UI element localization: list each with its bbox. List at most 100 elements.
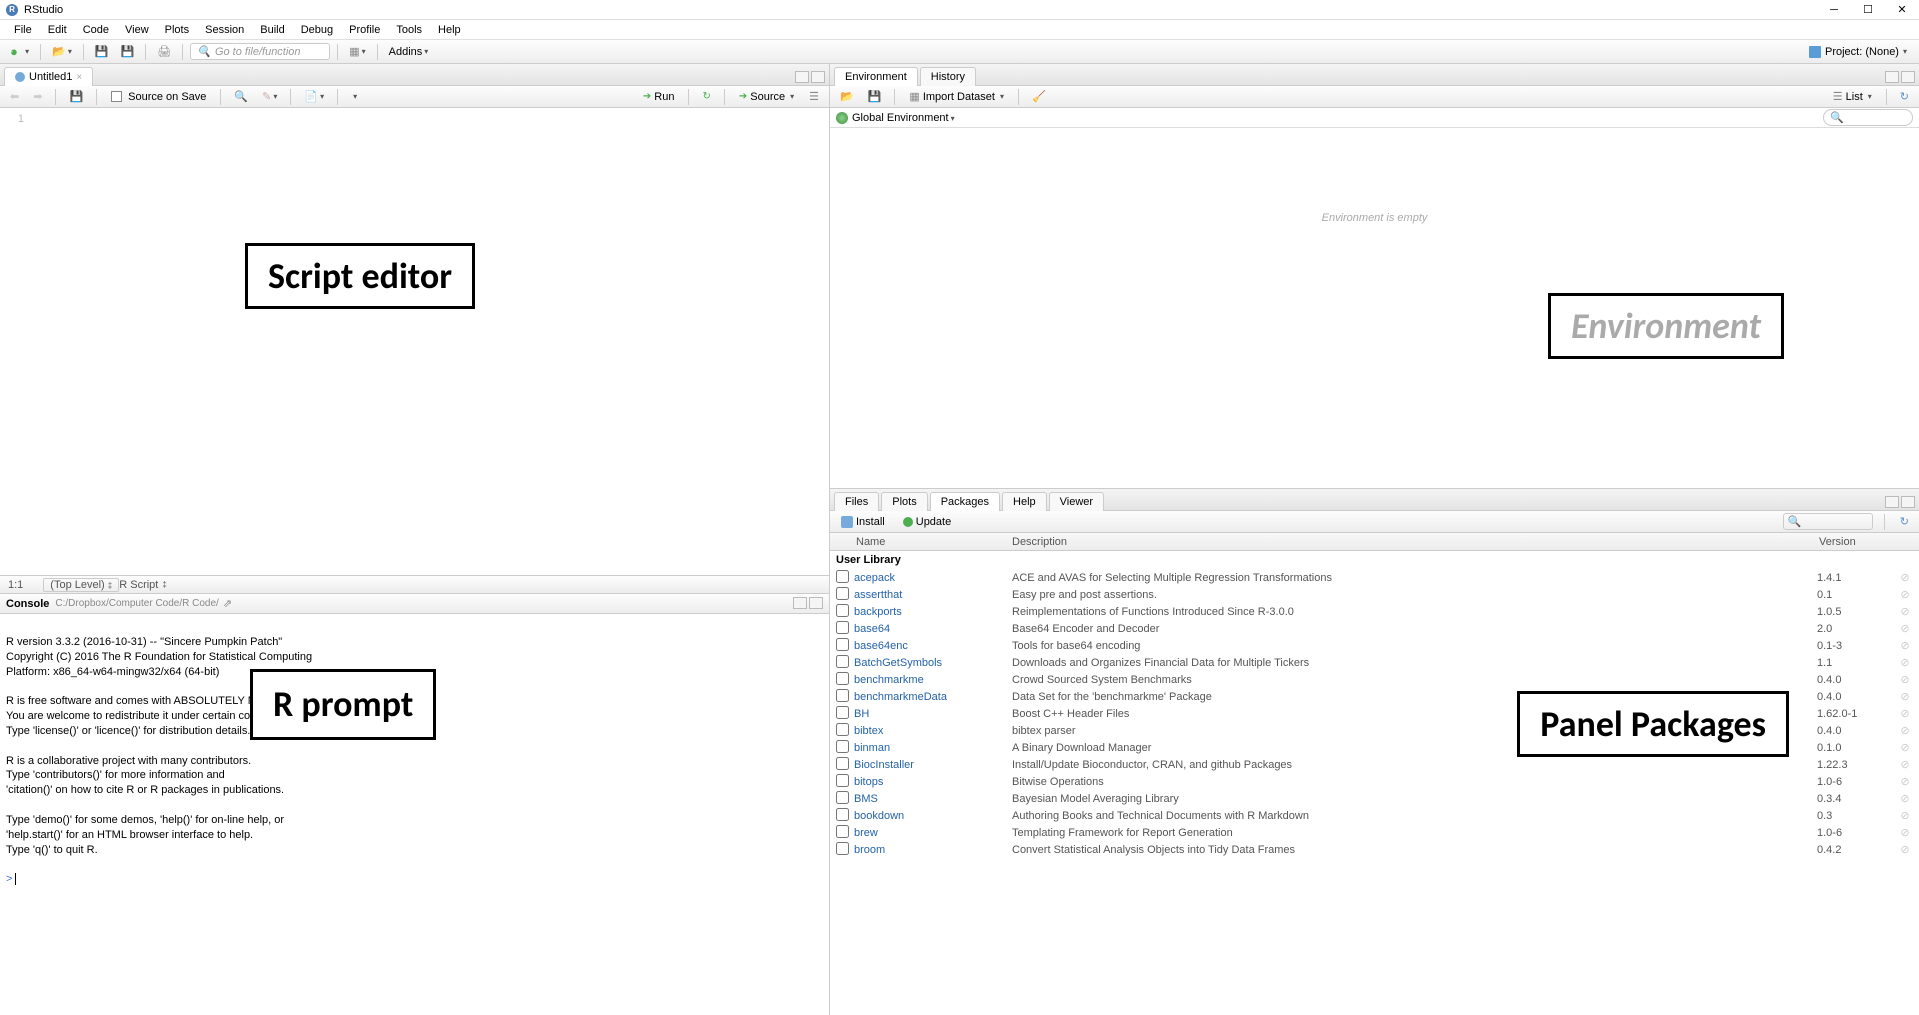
minimize-pane-button[interactable]	[795, 71, 809, 83]
save-button[interactable]: 💾	[91, 43, 113, 60]
pkg-checkbox[interactable]	[836, 706, 849, 719]
pkg-name-link[interactable]: BH	[854, 708, 1012, 720]
pkg-name-link[interactable]: backports	[854, 606, 1012, 618]
console-path-arrow-icon[interactable]: ⇗	[223, 597, 232, 610]
open-file-button[interactable]: 📂	[48, 43, 76, 60]
pkg-remove-icon[interactable]: ⊘	[1897, 690, 1913, 703]
new-file-button[interactable]: ●+	[6, 42, 33, 61]
close-tab-icon[interactable]: ×	[76, 72, 82, 83]
pkg-name-link[interactable]: binman	[854, 742, 1012, 754]
pkg-checkbox[interactable]	[836, 689, 849, 702]
pkg-name-link[interactable]: brew	[854, 827, 1012, 839]
menu-tools[interactable]: Tools	[388, 22, 430, 38]
pkg-search-input[interactable]: 🔍	[1783, 513, 1873, 530]
pkg-remove-icon[interactable]: ⊘	[1897, 622, 1913, 635]
pkg-checkbox[interactable]	[836, 587, 849, 600]
pkg-name-link[interactable]: benchmarkme	[854, 674, 1012, 686]
tab-files[interactable]: Files	[834, 492, 879, 511]
tab-viewer[interactable]: Viewer	[1049, 492, 1104, 511]
pkg-remove-icon[interactable]: ⊘	[1897, 792, 1913, 805]
pkg-remove-icon[interactable]: ⊘	[1897, 605, 1913, 618]
pkg-remove-icon[interactable]: ⊘	[1897, 571, 1913, 584]
refresh-env-button[interactable]: ↻	[1896, 88, 1913, 105]
tab-environment[interactable]: Environment	[834, 67, 918, 86]
pkg-remove-icon[interactable]: ⊘	[1897, 758, 1913, 771]
maximize-pane-button[interactable]	[811, 71, 825, 83]
pkg-checkbox[interactable]	[836, 604, 849, 617]
pkg-remove-icon[interactable]: ⊘	[1897, 741, 1913, 754]
code-area[interactable]	[30, 108, 829, 575]
pkg-checkbox[interactable]	[836, 672, 849, 685]
pkg-name-link[interactable]: benchmarkmeData	[854, 691, 1012, 703]
minimize-button[interactable]: ─	[1827, 3, 1841, 17]
pkg-remove-icon[interactable]: ⊘	[1897, 673, 1913, 686]
pkg-checkbox[interactable]	[836, 757, 849, 770]
minimize-env-button[interactable]	[1885, 71, 1899, 83]
load-workspace-button[interactable]: 📂	[836, 88, 858, 105]
menu-edit[interactable]: Edit	[40, 22, 75, 38]
pkg-remove-icon[interactable]: ⊘	[1897, 707, 1913, 720]
find-button[interactable]: 🔍	[230, 88, 252, 105]
back-button[interactable]: ⬅	[6, 88, 23, 105]
pkg-remove-icon[interactable]: ⊘	[1897, 809, 1913, 822]
pkg-name-link[interactable]: bibtex	[854, 725, 1012, 737]
maximize-console-button[interactable]	[809, 597, 823, 609]
pkg-body[interactable]: User Library acepackACE and AVAS for Sel…	[830, 551, 1919, 1015]
outline-button[interactable]: ☰	[805, 88, 823, 105]
close-button[interactable]: ✕	[1895, 3, 1909, 17]
maximize-pkg-button[interactable]	[1901, 496, 1915, 508]
pkg-remove-icon[interactable]: ⊘	[1897, 656, 1913, 669]
tab-packages[interactable]: Packages	[930, 492, 1000, 511]
pkg-checkbox[interactable]	[836, 825, 849, 838]
pkg-remove-icon[interactable]: ⊘	[1897, 724, 1913, 737]
pkg-name-link[interactable]: bitops	[854, 776, 1012, 788]
script-tab-untitled[interactable]: Untitled1 ×	[4, 67, 93, 86]
grid-button[interactable]: ▦	[345, 43, 369, 60]
pkg-name-link[interactable]: bookdown	[854, 810, 1012, 822]
pkg-checkbox[interactable]	[836, 655, 849, 668]
notebook-button[interactable]: 📄	[300, 88, 328, 105]
more-button[interactable]	[347, 90, 361, 103]
menu-plots[interactable]: Plots	[157, 22, 197, 38]
update-button[interactable]: Update	[898, 514, 956, 530]
save-script-button[interactable]: 💾	[65, 88, 87, 105]
pkg-checkbox[interactable]	[836, 842, 849, 855]
pkg-checkbox[interactable]	[836, 791, 849, 804]
source-on-save-checkbox[interactable]: Source on Save	[106, 89, 211, 105]
pkg-remove-icon[interactable]: ⊘	[1897, 639, 1913, 652]
maximize-button[interactable]: ☐	[1861, 3, 1875, 17]
rerun-button[interactable]: ↻	[698, 89, 714, 104]
pkg-checkbox[interactable]	[836, 723, 849, 736]
menu-view[interactable]: View	[117, 22, 157, 38]
tab-help[interactable]: Help	[1002, 492, 1047, 511]
menu-help[interactable]: Help	[430, 22, 469, 38]
pkg-checkbox[interactable]	[836, 774, 849, 787]
addins-button[interactable]: Addins	[385, 44, 433, 60]
install-button[interactable]: Install	[836, 514, 890, 530]
source-button[interactable]: ➔Source	[734, 89, 799, 105]
wand-button[interactable]: ✎	[258, 88, 281, 105]
pkg-checkbox[interactable]	[836, 740, 849, 753]
pkg-remove-icon[interactable]: ⊘	[1897, 588, 1913, 601]
pkg-name-link[interactable]: BMS	[854, 793, 1012, 805]
pkg-name-link[interactable]: base64	[854, 623, 1012, 635]
run-button[interactable]: ➔Run	[638, 89, 680, 105]
pkg-name-link[interactable]: acepack	[854, 572, 1012, 584]
forward-button[interactable]: ➡	[29, 88, 46, 105]
minimize-console-button[interactable]	[793, 597, 807, 609]
pkg-name-link[interactable]: BiocInstaller	[854, 759, 1012, 771]
pkg-checkbox[interactable]	[836, 621, 849, 634]
scope-selector[interactable]: (Top Level) ‡	[43, 578, 119, 592]
save-all-button[interactable]: 💾	[117, 43, 139, 60]
tab-plots[interactable]: Plots	[881, 492, 927, 511]
pkg-name-link[interactable]: broom	[854, 844, 1012, 856]
pkg-name-link[interactable]: BatchGetSymbols	[854, 657, 1012, 669]
print-button[interactable]: 🖨	[153, 43, 175, 60]
refresh-pkg-button[interactable]: ↻	[1896, 513, 1913, 530]
menu-file[interactable]: File	[6, 22, 40, 38]
pkg-checkbox[interactable]	[836, 808, 849, 821]
scope-selector[interactable]: Global Environment	[852, 112, 955, 124]
console-body[interactable]: R version 3.3.2 (2016-10-31) -- "Sincere…	[0, 614, 829, 1015]
menu-session[interactable]: Session	[197, 22, 252, 38]
goto-file-input[interactable]: 🔍 Go to file/function	[190, 43, 330, 60]
